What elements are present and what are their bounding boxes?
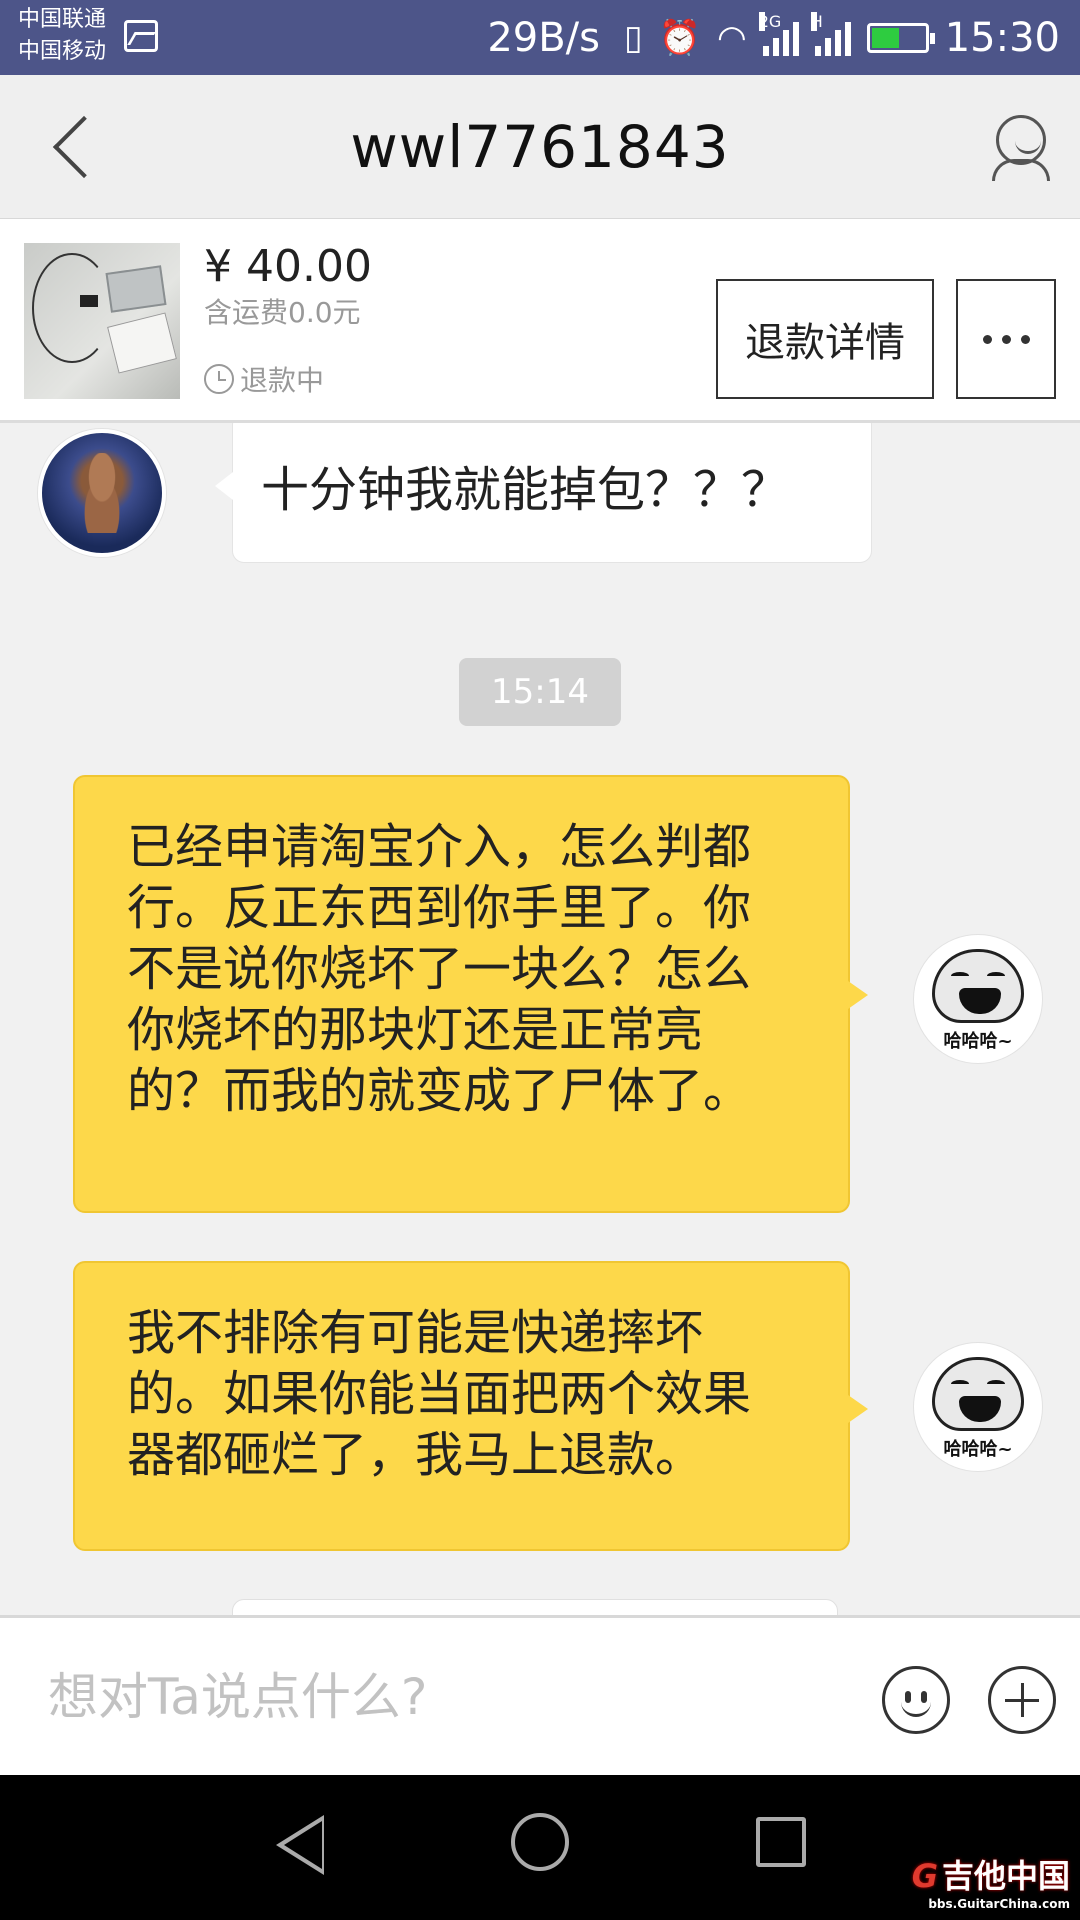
order-card[interactable]: ¥ 40.00 含运费0.0元 退款中 退款详情 (0, 219, 1080, 423)
chat-header: wwl7761843 (0, 75, 1080, 219)
message-input[interactable] (48, 1662, 828, 1732)
clock-icon (204, 364, 234, 394)
image-icon (124, 20, 158, 52)
battery-fill (871, 27, 899, 48)
page-title: wwl7761843 (350, 113, 730, 181)
alarm-icon: ⏰ (658, 17, 702, 58)
clock-time: 15:30 (944, 14, 1060, 61)
carrier-2: 中国移动 (18, 39, 107, 64)
message-line: 器都砸烂了，我马上退款。 (127, 1427, 704, 1483)
user-avatar[interactable]: 哈哈哈~ (914, 1343, 1042, 1471)
message-line: 不是说你烧坏了一块么？怎么 (127, 941, 752, 997)
contact-avatar[interactable] (38, 429, 166, 557)
nav-back-icon[interactable] (276, 1815, 324, 1875)
watermark: G 吉他中国 bbs.GuitarChina.com (912, 1851, 1070, 1911)
emoji-icon[interactable] (882, 1666, 950, 1734)
vibrate-icon: ▯ (623, 17, 643, 58)
message-line: 的。如果你能当面把两个效果 (127, 1366, 752, 1422)
product-thumbnail[interactable] (24, 243, 180, 399)
message-bubble-received[interactable]: 十分钟我就能掉包？？？ (215, 423, 872, 563)
wifi-icon: ◠ (717, 17, 747, 58)
status-right: 29B/s ▯ ⏰ ◠ 2G H 15:30 (487, 0, 1060, 75)
message-line: 我不排除有可能是快递摔坏 (127, 1305, 704, 1361)
shipping-fee: 含运费0.0元 (204, 296, 361, 329)
user-avatar[interactable]: 哈哈哈~ (914, 935, 1042, 1063)
more-icon[interactable] (956, 279, 1056, 399)
watermark-logo: G 吉他中国 (911, 1857, 1070, 1895)
meme-caption: 哈哈哈~ (943, 1439, 1013, 1460)
status-bar: 中国联通 中国移动 29B/s ▯ ⏰ ◠ 2G H 15:30 (0, 0, 1080, 75)
message-line: 的？而我的就变成了尸体了。 (127, 1063, 752, 1119)
system-nav-bar: G 吉他中国 bbs.GuitarChina.com (0, 1775, 1080, 1920)
message-timestamp: 15:14 (459, 658, 621, 726)
carrier-info: 中国联通 中国移动 (18, 4, 106, 68)
message-line: 已经申请淘宝介入，怎么判都 (127, 819, 752, 875)
chat-area[interactable]: 十分钟我就能掉包？？？ 15:14 已经申请淘宝介入，怎么判都 行。反正东西到你… (0, 423, 1080, 1615)
meme-caption: 哈哈哈~ (943, 1031, 1013, 1052)
signal-icon: H (810, 11, 851, 56)
message-line: 你烧坏的那块灯还是正常亮 (127, 1002, 704, 1058)
carrier-1: 中国联通 (18, 7, 107, 32)
input-bar (0, 1615, 1080, 1775)
nav-home-icon[interactable] (511, 1813, 569, 1871)
profile-icon[interactable] (992, 115, 1050, 181)
order-status-text: 退款中 (240, 364, 325, 397)
nav-recent-icon[interactable] (756, 1817, 806, 1867)
message-bubble-sent[interactable]: 已经申请淘宝介入，怎么判都 行。反正东西到你手里了。你 不是说你烧坏了一块么？怎… (73, 775, 868, 1213)
message-bubble-sent[interactable]: 我不排除有可能是快递摔坏 的。如果你能当面把两个效果 器都砸烂了，我马上退款。 (73, 1261, 868, 1551)
order-status: 退款中 (204, 359, 324, 399)
battery-icon (866, 22, 935, 53)
network-h-label: H (810, 11, 823, 31)
refund-details-button[interactable]: 退款详情 (716, 279, 934, 399)
message-bubble-partial[interactable] (232, 1599, 838, 1615)
watermark-site: bbs.GuitarChina.com (928, 1897, 1070, 1911)
net-speed: 29B/s (487, 14, 600, 61)
message-text: 十分钟我就能掉包？？？ (261, 462, 790, 518)
signal-icon: 2G (758, 11, 799, 56)
message-line: 行。反正东西到你手里了。你 (127, 880, 752, 936)
order-price: ¥ 40.00 (204, 241, 372, 292)
network-2g-label: 2G (758, 11, 782, 31)
plus-icon[interactable] (988, 1666, 1056, 1734)
